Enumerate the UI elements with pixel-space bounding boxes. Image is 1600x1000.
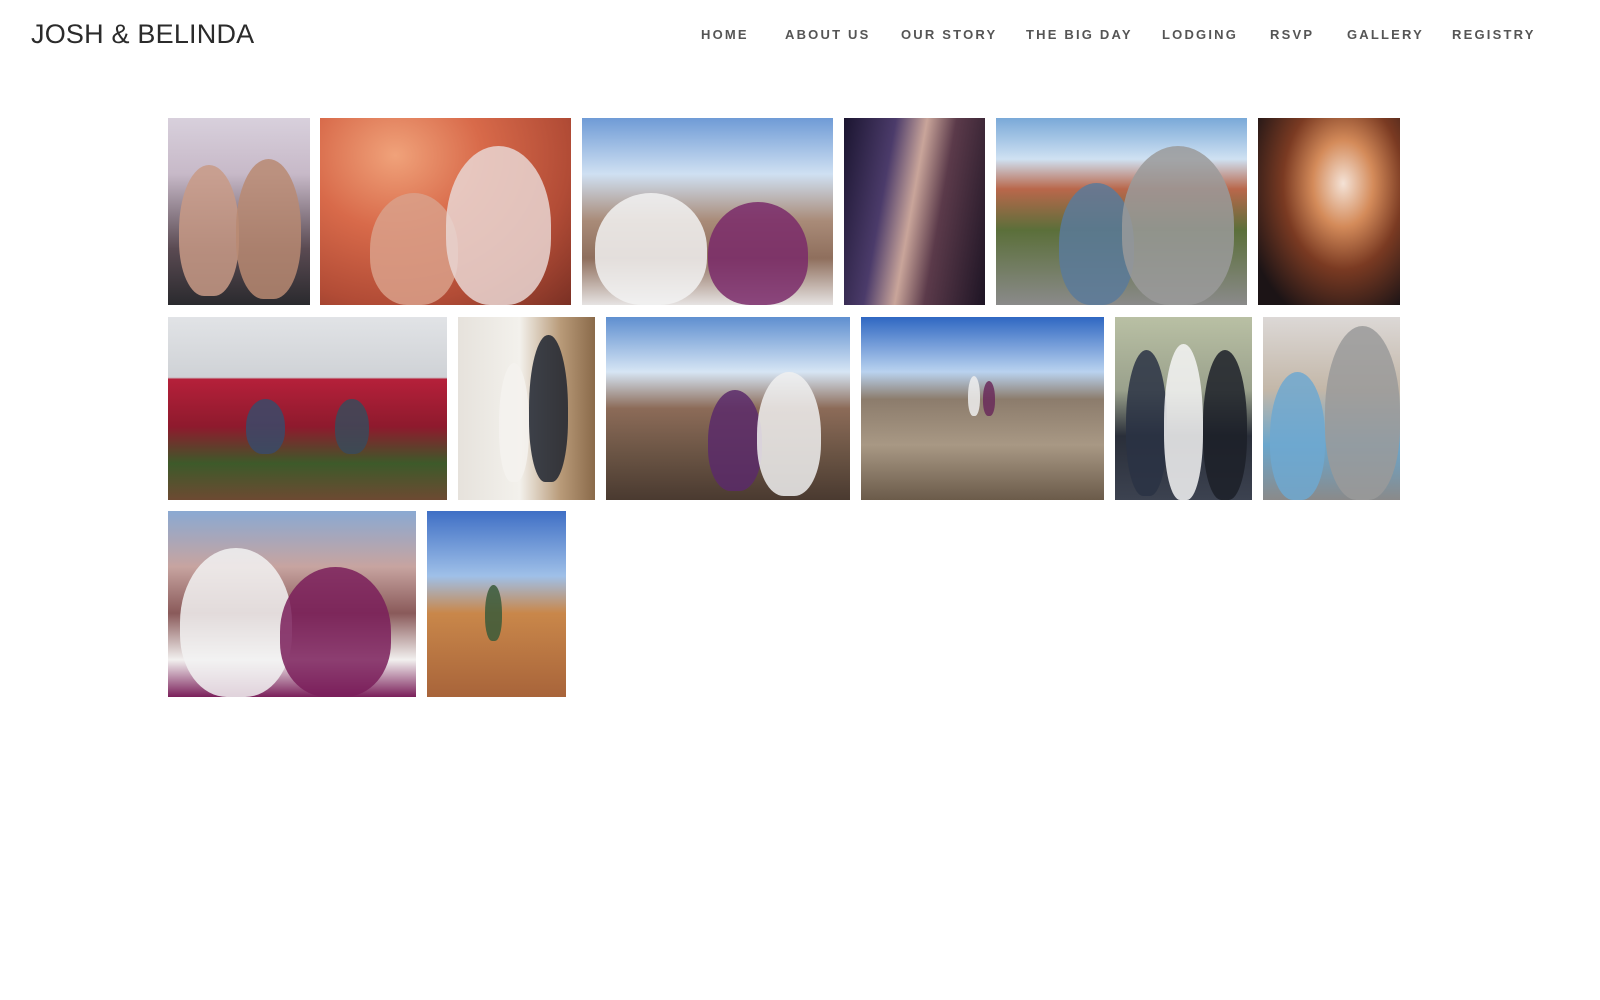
photo-person (1324, 326, 1400, 500)
gallery-photo-silly-faces-selfie[interactable] (168, 511, 416, 697)
photo-person (335, 399, 369, 455)
photo-person (499, 362, 530, 482)
site-header: JOSH & BELINDA HOME ABOUT US OUR STORY THE … (0, 0, 1600, 70)
gallery-photo-red-dirt-climb[interactable] (427, 511, 566, 697)
photo-person (708, 390, 763, 491)
photo-person (279, 566, 392, 697)
photo-person (707, 202, 808, 305)
photo-person (529, 335, 568, 482)
photo-image (844, 118, 985, 305)
photo-person (757, 371, 821, 497)
photo-image (168, 317, 447, 500)
nav-home[interactable]: HOME (701, 26, 749, 44)
gallery-photo-formal-couple-indoor[interactable] (458, 317, 595, 500)
nav-rsvp[interactable]: RSVP (1270, 26, 1314, 44)
site-title[interactable]: JOSH & BELINDA (31, 16, 254, 52)
photo-person (445, 146, 551, 305)
gallery-photo-canyon-rim-couple[interactable] (606, 317, 850, 500)
gallery-photo-three-men-formal[interactable] (1115, 317, 1252, 500)
photo-image (861, 317, 1104, 500)
photo-person (179, 164, 239, 296)
gallery-photo-slot-canyon-heart[interactable] (1258, 118, 1400, 305)
photo-gallery (0, 0, 1600, 1000)
nav-our-story[interactable]: OUR STORY (901, 26, 997, 44)
nav-about-us[interactable]: ABOUT US (785, 26, 871, 44)
photo-person (1125, 349, 1168, 497)
photo-person (180, 548, 292, 697)
nav-lodging[interactable]: LODGING (1162, 26, 1238, 44)
photo-person (594, 192, 708, 305)
nav-gallery[interactable]: GALLERY (1347, 26, 1424, 44)
photo-person (370, 192, 459, 305)
gallery-photo-canyon-cliff-edge[interactable] (861, 317, 1104, 500)
gallery-photo-slot-canyon-dark[interactable] (844, 118, 985, 305)
photo-person (246, 399, 286, 455)
gallery-photo-tulip-field[interactable] (168, 317, 447, 500)
nav-registry[interactable]: REGISTRY (1452, 26, 1536, 44)
gallery-photo-antelope-canyon-selfie[interactable] (320, 118, 571, 305)
photo-person (982, 381, 995, 416)
photo-person (1202, 349, 1247, 500)
photo-person (1164, 344, 1203, 500)
photo-person (485, 585, 503, 642)
photo-person (236, 159, 302, 300)
photo-person (1269, 371, 1325, 500)
nav-the-big-day[interactable]: THE BIG DAY (1026, 26, 1133, 44)
gallery-photo-selfie-sports-fans[interactable] (168, 118, 310, 305)
photo-image (1258, 118, 1400, 305)
photo-person (1121, 146, 1235, 305)
gallery-photo-man-with-toddler[interactable] (1263, 317, 1400, 500)
gallery-photo-canyon-overlook-couple[interactable] (582, 118, 833, 305)
photo-person (967, 375, 981, 416)
gallery-photo-red-rock-hike-selfie[interactable] (996, 118, 1247, 305)
